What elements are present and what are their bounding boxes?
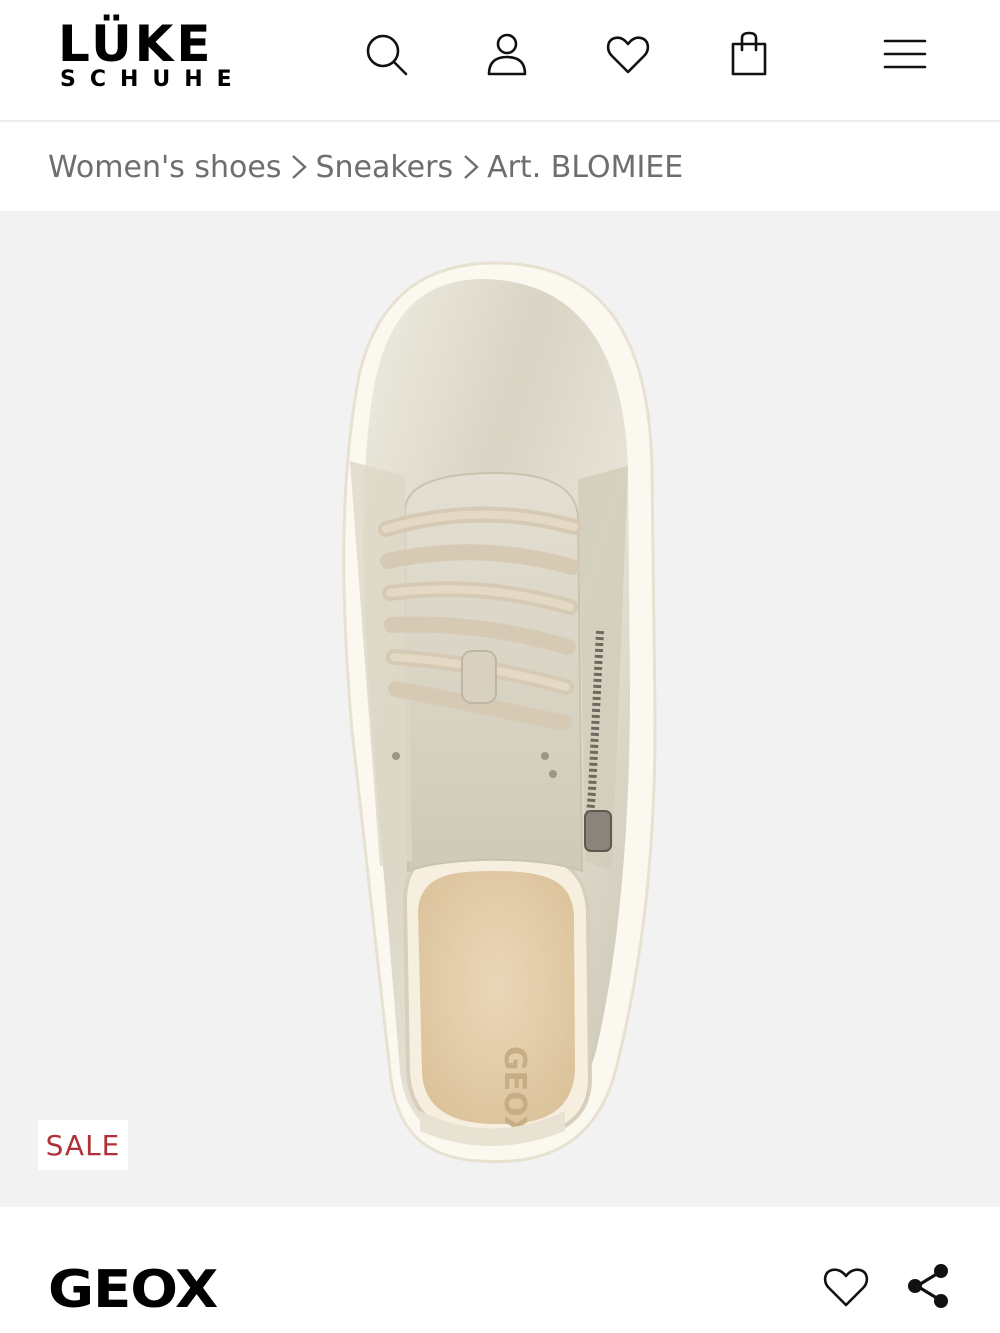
share-icon [908,1264,948,1308]
heart-icon [606,36,650,74]
brand-name[interactable]: GEOX [48,1262,218,1318]
breadcrumb-item-sneakers[interactable]: Sneakers [315,150,453,185]
site-header: LÜKE SCHUHE [0,0,1000,122]
menu-icon [883,39,927,69]
heart-icon [823,1268,869,1307]
search-icon [366,34,408,76]
wishlist-button[interactable] [600,26,656,82]
search-button[interactable] [358,26,414,82]
product-image[interactable]: GEOX [0,211,1000,1207]
breadcrumb: Women's shoes Sneakers Art. BLOMIEE [48,140,683,194]
logo-line-2: SCHUHE [60,67,246,92]
share-button[interactable] [898,1256,958,1316]
chevron-right-icon [461,152,485,182]
breadcrumb-item-womens-shoes[interactable]: Women's shoes [48,150,281,185]
sneaker-image: GEOX [342,261,657,1164]
user-icon [487,33,527,76]
logo-line-1: LÜKE [58,15,214,73]
menu-button[interactable] [877,26,933,82]
shopping-bag-icon [731,31,767,76]
sale-badge: SALE [38,1120,128,1170]
breadcrumb-item-current: Art. BLOMIEE [487,149,684,185]
add-to-wishlist-button[interactable] [816,1256,876,1316]
account-button[interactable] [479,26,535,82]
luke-schuhe-logo[interactable]: LÜKE SCHUHE [58,15,272,92]
chevron-right-icon [289,152,313,182]
cart-button[interactable] [721,26,777,82]
